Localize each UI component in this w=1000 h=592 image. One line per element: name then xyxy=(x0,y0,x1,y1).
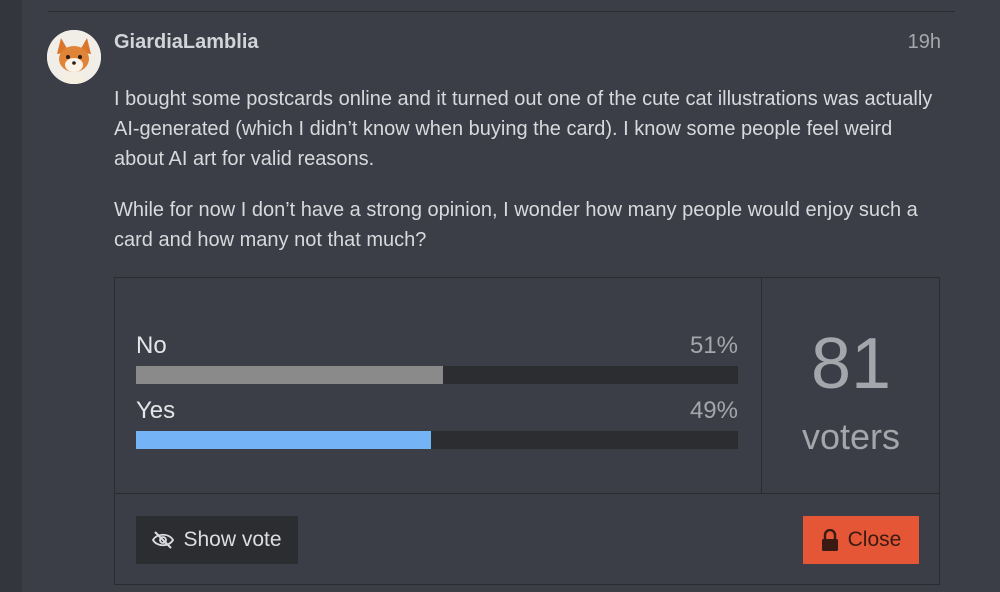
poll-results: No 51% Yes 49% xyxy=(115,278,761,493)
poll-bar-track xyxy=(136,366,738,384)
poll-option-label: No xyxy=(136,332,167,359)
poll-option-percent: 51% xyxy=(689,332,738,359)
poll-option-label: Yes xyxy=(136,397,176,424)
voters-count: 81 xyxy=(810,324,892,404)
post-timestamp[interactable]: 19h xyxy=(880,31,941,54)
post-paragraph: While for now I don’t have a strong opin… xyxy=(114,199,918,251)
fox-avatar-icon xyxy=(47,30,101,84)
eye-slash-icon xyxy=(152,531,175,549)
poll-bar-track xyxy=(136,431,738,449)
poll-buttons: Show vote Close xyxy=(115,493,939,585)
poll-option-percent: 49% xyxy=(689,397,738,424)
voters-label: voters xyxy=(801,416,901,457)
poll-info: 81 voters xyxy=(761,278,940,493)
post-paragraph: I bought some postcards online and it tu… xyxy=(114,88,933,170)
show-vote-label: Show vote xyxy=(183,528,282,551)
left-gutter xyxy=(0,0,22,592)
poll-bar-fill xyxy=(136,366,444,384)
lock-icon xyxy=(821,529,838,551)
poll-bar-fill xyxy=(136,431,431,449)
show-vote-button[interactable]: Show vote xyxy=(136,516,298,564)
close-label: Close xyxy=(847,528,902,551)
username[interactable]: GiardiaLamblia xyxy=(114,31,259,54)
post-divider xyxy=(48,11,955,12)
poll: No 51% Yes 49% 81 voters Show vote Close xyxy=(114,277,940,585)
avatar[interactable] xyxy=(47,30,101,84)
post-body: I bought some postcards online and it tu… xyxy=(114,84,940,276)
close-poll-button[interactable]: Close xyxy=(803,516,919,564)
